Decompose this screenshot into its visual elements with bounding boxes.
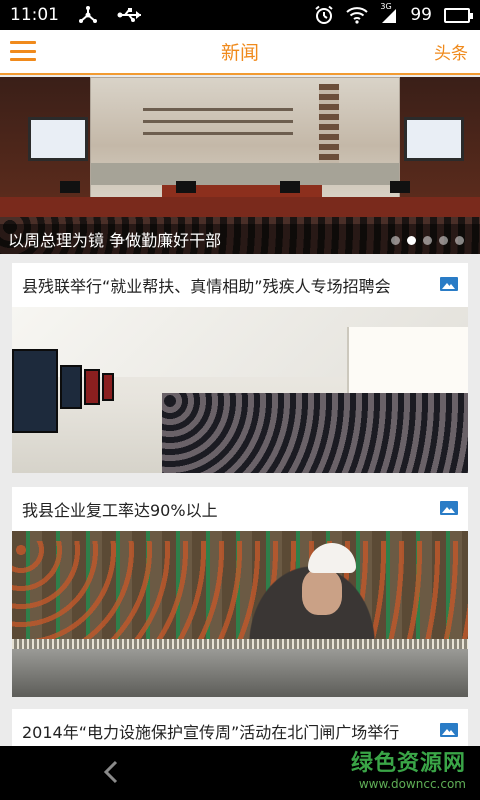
watermark-main: 绿色资源网 xyxy=(350,751,466,776)
signal-3g-icon: 3G xyxy=(380,2,398,24)
news-card[interactable]: 我县企业复工率达90%以上 xyxy=(12,487,468,697)
photo-worker-face xyxy=(302,569,342,615)
app-bar: 新闻 头条 xyxy=(0,30,480,75)
watermark: 绿色资源网 www.downcc.com xyxy=(326,752,466,794)
news-card[interactable]: 县残联举行“就业帮扶、真情相助”残疾人专场招聘会 xyxy=(12,263,468,473)
stage xyxy=(0,197,480,217)
battery-icon xyxy=(444,7,473,23)
battery-level: 99 xyxy=(410,5,432,25)
photo-monitor xyxy=(102,373,114,401)
stage-speaker xyxy=(60,181,80,193)
carousel-dot[interactable] xyxy=(439,236,448,245)
image-icon xyxy=(440,277,458,291)
photo-crowd xyxy=(162,393,468,473)
news-card[interactable]: 2014年“电力设施保护宣传周”活动在北门闸广场举行 xyxy=(12,709,468,746)
news-title: 2014年“电力设施保护宣传周”活动在北门闸广场举行 xyxy=(22,723,400,742)
banner-text-lines xyxy=(143,108,293,111)
photo-monitor xyxy=(84,369,100,405)
hero-caption-text: 以周总理为镜 争做勤廉好干部 xyxy=(8,231,222,250)
wifi-icon xyxy=(346,7,369,24)
news-title: 县残联举行“就业帮扶、真情相助”残疾人专场招聘会 xyxy=(22,277,391,296)
status-bar: 11:01 3G 99 xyxy=(0,0,480,30)
watermark-url: www.downcc.com xyxy=(358,777,466,791)
projection-screen-left xyxy=(28,117,88,161)
stage-speaker xyxy=(390,181,410,193)
status-left: 11:01 xyxy=(10,5,143,25)
stage-speaker xyxy=(280,181,300,193)
status-time: 11:01 xyxy=(10,5,59,25)
image-icon xyxy=(440,723,458,737)
photo-monitor xyxy=(60,365,82,409)
projection-screen-right xyxy=(404,117,464,161)
usb-icon xyxy=(117,8,141,22)
carousel-indicator xyxy=(391,236,464,245)
back-icon[interactable] xyxy=(100,760,124,784)
hero-backdrop-banner xyxy=(90,77,400,202)
stage-speaker xyxy=(176,181,196,193)
image-icon xyxy=(440,501,458,515)
news-photo xyxy=(12,531,468,697)
headlines-button[interactable]: 头条 xyxy=(434,39,468,64)
page-title: 新闻 xyxy=(220,42,259,64)
lake-graphic xyxy=(91,163,399,185)
news-title: 我县企业复工率达90%以上 xyxy=(22,501,218,520)
alarm-icon xyxy=(315,5,333,24)
carousel-dot[interactable] xyxy=(391,236,400,245)
carousel-dot[interactable] xyxy=(455,236,464,245)
carousel-dot[interactable] xyxy=(407,236,416,245)
photo-bench xyxy=(12,649,468,697)
carousel-dot[interactable] xyxy=(423,236,432,245)
navigation-bar: 绿色资源网 www.downcc.com xyxy=(0,746,480,800)
hero-carousel[interactable]: 以周总理为镜 争做勤廉好干部 xyxy=(0,77,480,254)
status-right: 3G 99 xyxy=(314,2,473,25)
news-photo xyxy=(12,307,468,473)
pagoda-graphic xyxy=(319,84,339,174)
usb-tether-icon xyxy=(79,6,97,23)
photo-monitor xyxy=(12,349,58,433)
